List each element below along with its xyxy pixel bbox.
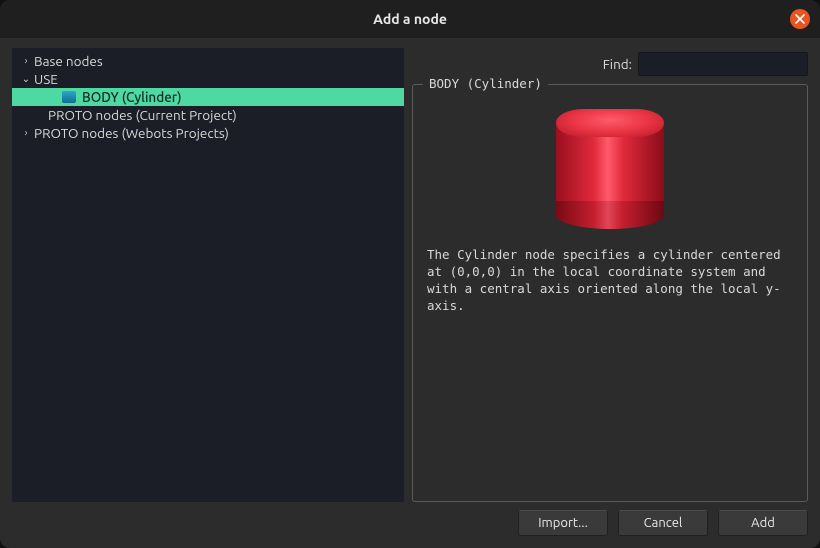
- chevron-down-icon[interactable]: ⌄: [20, 70, 32, 88]
- tree-item[interactable]: ›PROTO nodes (Webots Projects): [12, 124, 404, 142]
- tree-item-label: PROTO nodes (Webots Projects): [34, 124, 229, 142]
- window-title: Add a node: [373, 11, 447, 27]
- tree-item[interactable]: ›Base nodes: [12, 52, 404, 70]
- detail-legend: BODY (Cylinder): [423, 76, 548, 91]
- window-close-button[interactable]: [790, 9, 810, 29]
- dialog-body: ›Base nodes⌄USEBODY (Cylinder)PROTO node…: [0, 38, 820, 508]
- right-pane: Find: BODY (Cylinder) The Cylinder node …: [412, 48, 808, 502]
- tree-item-label: USE: [34, 70, 58, 88]
- chevron-right-icon[interactable]: ›: [20, 52, 32, 70]
- close-icon: [795, 14, 805, 24]
- import-button[interactable]: Import...: [518, 510, 608, 536]
- add-button[interactable]: Add: [718, 510, 808, 536]
- node-preview: [427, 109, 793, 229]
- node-description: The Cylinder node specifies a cylinder c…: [427, 247, 793, 315]
- tree-item-label: PROTO nodes (Current Project): [48, 106, 237, 124]
- cylinder-icon: [556, 109, 664, 229]
- titlebar: Add a node: [0, 0, 820, 38]
- find-label: Find:: [603, 56, 632, 72]
- dialog-footer: Import... Cancel Add: [0, 508, 820, 548]
- tree-item-label: Base nodes: [34, 52, 103, 70]
- tree-item-selected[interactable]: BODY (Cylinder): [12, 88, 404, 106]
- tree-item[interactable]: PROTO nodes (Current Project): [12, 106, 404, 124]
- chevron-right-icon[interactable]: ›: [20, 124, 32, 142]
- dialog-window: Add a node ›Base nodes⌄USEBODY (Cylinder…: [0, 0, 820, 548]
- find-row: Find:: [412, 50, 808, 78]
- find-input[interactable]: [638, 52, 808, 76]
- node-icon: [62, 91, 76, 103]
- cancel-button[interactable]: Cancel: [618, 510, 708, 536]
- tree-item-label: BODY (Cylinder): [82, 88, 182, 106]
- node-tree[interactable]: ›Base nodes⌄USEBODY (Cylinder)PROTO node…: [12, 48, 404, 502]
- detail-panel: BODY (Cylinder) The Cylinder node specif…: [412, 84, 808, 502]
- tree-item[interactable]: ⌄USE: [12, 70, 404, 88]
